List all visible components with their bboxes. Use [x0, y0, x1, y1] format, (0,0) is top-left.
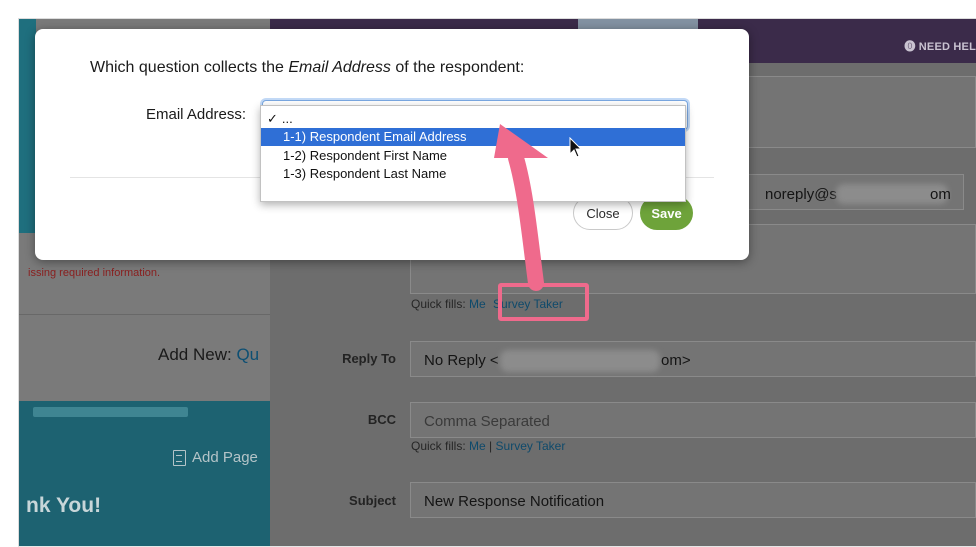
screenshot-frame: issing required information. Add New: Qu…	[18, 18, 976, 547]
annotation-arrow-icon	[494, 124, 548, 291]
